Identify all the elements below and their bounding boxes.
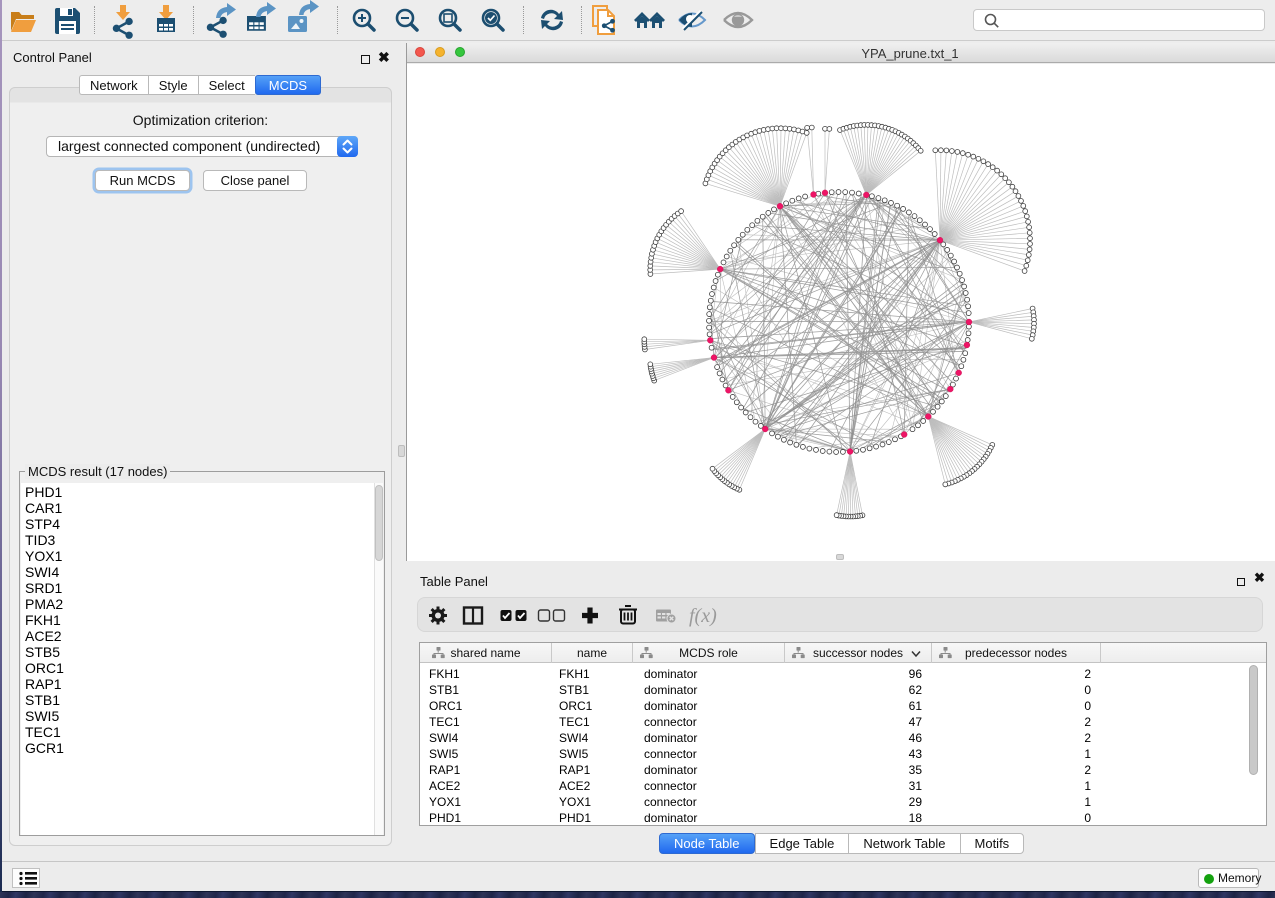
svg-text:f(x): f(x) <box>689 605 717 627</box>
